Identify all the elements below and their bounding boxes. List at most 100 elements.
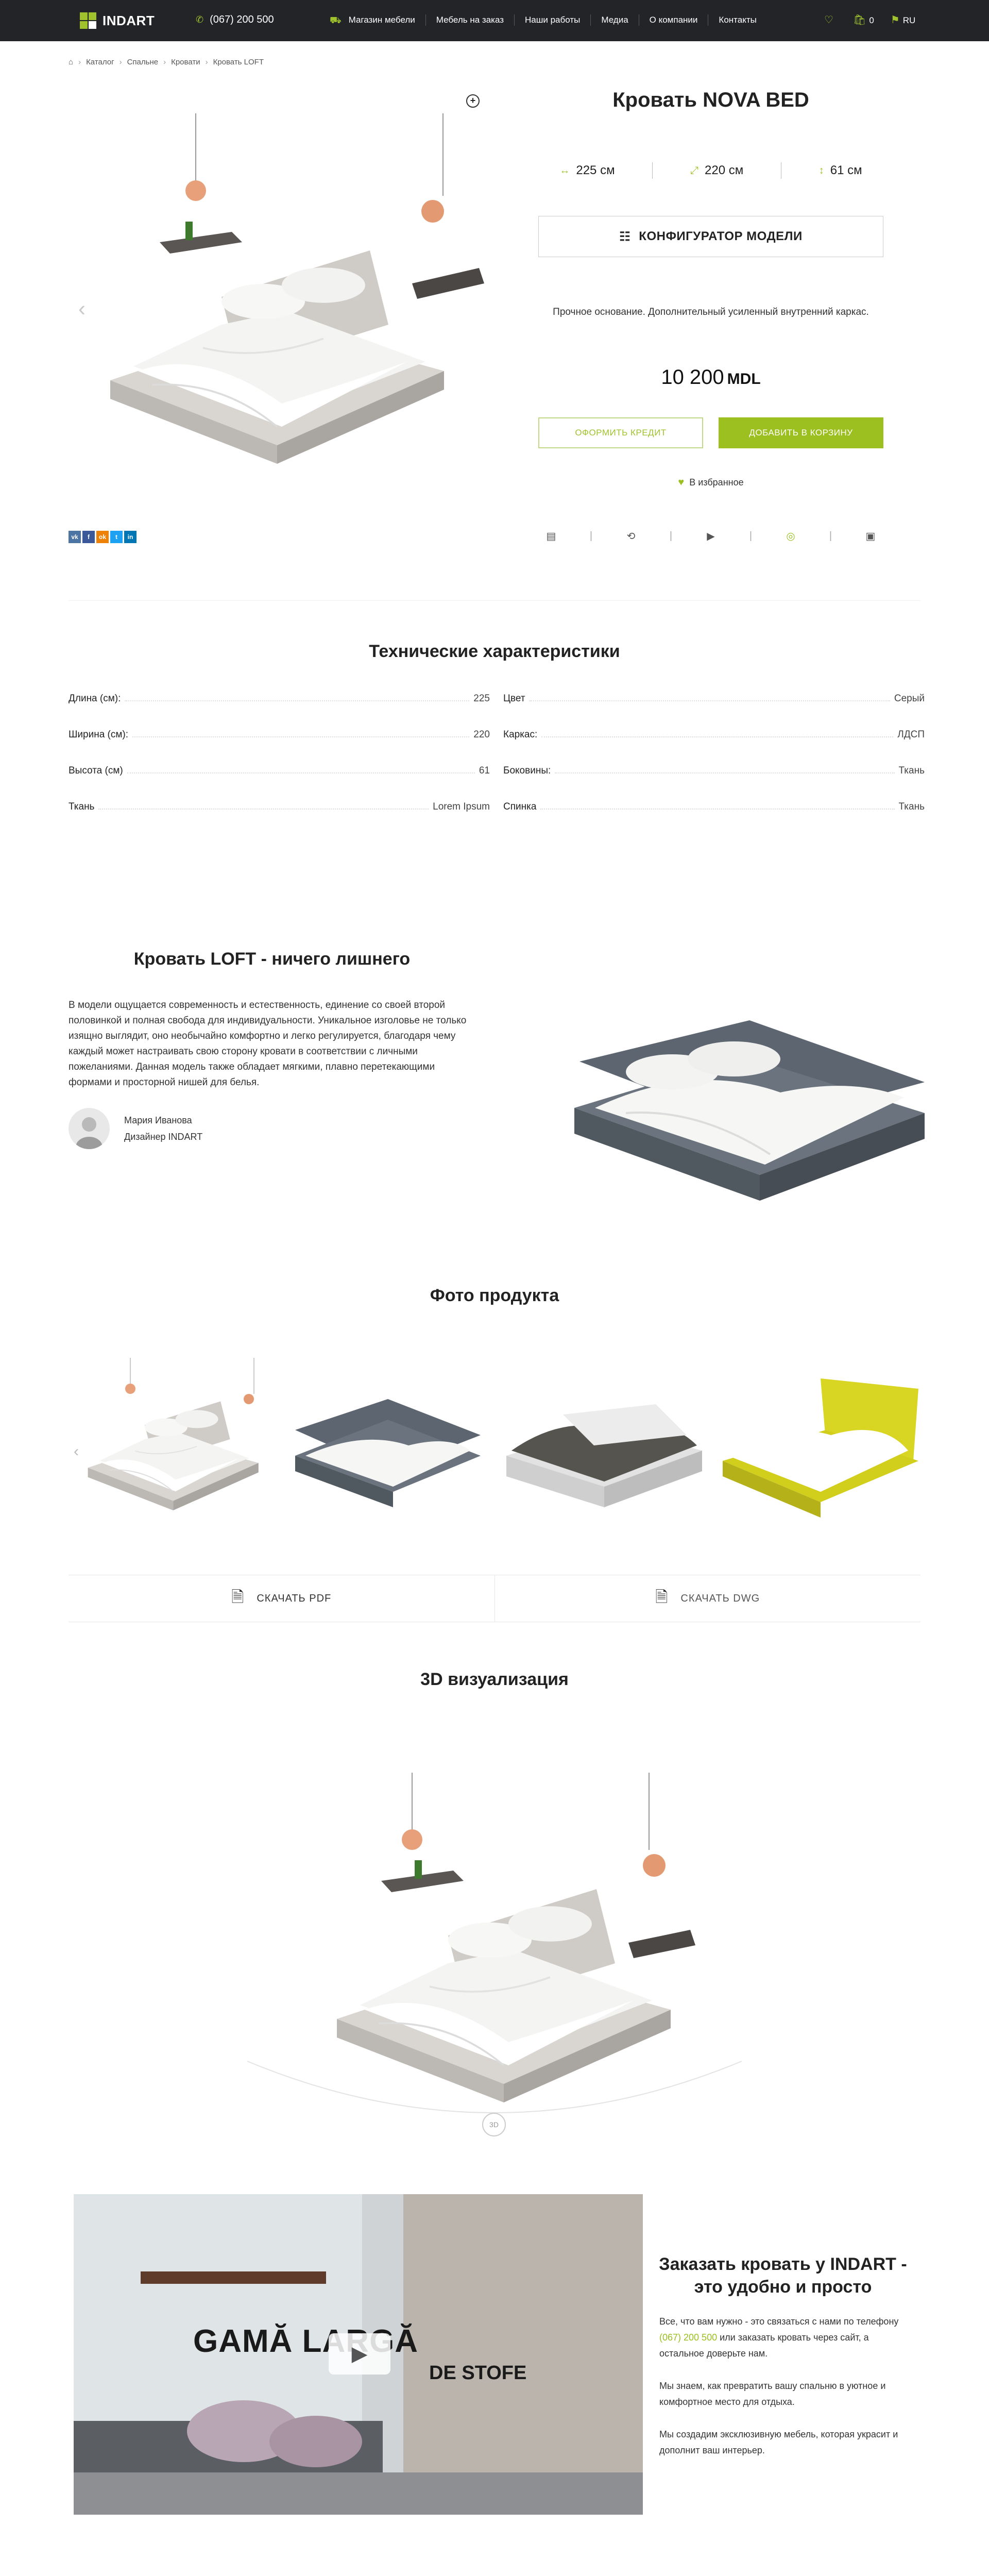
spec-row: Ткань Lorem Ipsum — [69, 801, 490, 837]
video-caption-2: DE STOFE — [429, 2362, 527, 2384]
rotate-360-icon[interactable]: ⟲ — [621, 530, 641, 543]
document-icon[interactable]: ▤ — [541, 530, 561, 543]
spec-row: Ширина (см): 220 — [69, 729, 490, 765]
main-nav: ⛟ Магазин мебели Мебель на заказ Наши ра… — [319, 14, 767, 26]
play-icon: ▶ — [351, 2343, 368, 2365]
height-arrow-icon: ↕ — [819, 164, 824, 176]
video-icon[interactable]: ▶ — [701, 530, 721, 543]
spec-value: 220 — [473, 729, 490, 740]
dwg-file-icon: 🗎 — [655, 1588, 669, 1606]
fabric-icon[interactable]: ◎ — [780, 530, 801, 543]
order-title: Заказать кровать у INDART - это удобно и… — [659, 2254, 907, 2297]
nav-item-contacts[interactable]: Контакты — [708, 14, 766, 26]
spec-row: Спинка Ткань — [503, 801, 925, 837]
promo-video[interactable]: GAMĂ LARGĂ DE STOFE ▶ — [74, 2194, 643, 2515]
heart-icon[interactable]: ♡ — [824, 13, 833, 26]
credit-button[interactable]: ОФОРМИТЬ КРЕДИТ — [538, 417, 703, 448]
gallery-thumbnail[interactable] — [74, 1358, 280, 1543]
downloads-bar: 🗎 СКАЧАТЬ PDF 🗎 СКАЧАТЬ DWG — [69, 1575, 920, 1622]
spec-key: Спинка — [503, 801, 537, 812]
zoom-in-icon[interactable]: + — [466, 94, 480, 108]
vk-icon[interactable]: vk — [69, 531, 81, 543]
gallery-thumbnail[interactable] — [501, 1358, 707, 1543]
product-tools: ▤ | ⟲ | ▶ | ◎ | ▣ — [541, 530, 881, 543]
download-dwg-button[interactable]: 🗎 СКАЧАТЬ DWG — [494, 1575, 921, 1622]
product-main-image[interactable] — [72, 113, 494, 474]
specs-title: Технические характеристики — [369, 642, 620, 661]
breadcrumb-separator: › — [78, 58, 81, 66]
play-button[interactable]: ▶ — [329, 2333, 390, 2375]
twitter-icon[interactable]: t — [110, 531, 123, 543]
sliders-icon: ☷ — [619, 229, 631, 244]
specs-right: Цвет Серый Каркас: ЛДСП Боковины: Ткань Спи… — [503, 693, 925, 837]
spec-value: 61 — [479, 765, 490, 776]
spec-value: Ткань — [898, 801, 925, 812]
nav-item-works[interactable]: Наши работы — [514, 14, 590, 26]
product-description: Прочное основание. Дополнительный усилен… — [553, 307, 869, 317]
breadcrumb: ⌂ › Каталог › Спальне › Кровати › Кроват… — [69, 58, 264, 66]
specs-left: Длина (см): 225 Ширина (см): 220 Высота (с… — [69, 693, 490, 837]
dimension-value: 225 см — [576, 163, 615, 177]
order-text-part: Все, что вам нужно - это связаться с нам… — [659, 2316, 899, 2327]
cart-button[interactable]: 🛍 0 — [853, 13, 874, 26]
3d-viewer[interactable] — [237, 1773, 752, 2133]
language-switch[interactable]: ⚑ RU — [891, 13, 916, 26]
order-phone-link[interactable]: (067) 200 500 — [659, 2332, 717, 2343]
language-label: RU — [902, 15, 916, 25]
spec-value: 225 — [473, 693, 490, 704]
spec-value: Ткань — [898, 765, 925, 776]
breadcrumb-item[interactable]: Кровати — [171, 58, 200, 66]
logo[interactable]: INDART — [80, 12, 155, 29]
gallery-icon[interactable]: ▣ — [860, 530, 881, 543]
spec-row: Боковины: Ткань — [503, 765, 925, 801]
gallery-thumbnail[interactable] — [718, 1358, 924, 1543]
gallery-thumbnail[interactable] — [285, 1358, 491, 1543]
truck-icon: ⛟ — [330, 15, 342, 25]
spec-key: Каркас: — [503, 729, 538, 740]
divider: | — [589, 530, 593, 542]
rotate-3d-icon[interactable]: 3D — [482, 2113, 506, 2136]
product-dimensions: ↔ 225 см ⤢ 220 см ↕ 61 см — [541, 162, 881, 179]
share-buttons: vk f ok t in — [69, 531, 137, 543]
spec-row: Каркас: ЛДСП — [503, 729, 925, 765]
home-icon[interactable]: ⌂ — [69, 58, 73, 66]
breadcrumb-separator: › — [119, 58, 122, 66]
download-pdf-button[interactable]: 🗎 СКАЧАТЬ PDF — [69, 1575, 494, 1622]
designer-role: Дизайнер INDART — [124, 1132, 203, 1142]
flag-icon: ⚑ — [890, 14, 900, 26]
cart-count: 0 — [869, 15, 874, 25]
dimension-width: ⤢ 220 см — [690, 162, 743, 179]
download-pdf-label: СКАЧАТЬ PDF — [257, 1592, 332, 1604]
breadcrumb-separator: › — [205, 58, 208, 66]
spec-value: ЛДСП — [897, 729, 925, 740]
spec-key: Высота (см) — [69, 765, 123, 776]
divider: | — [829, 530, 832, 542]
model-configurator-button[interactable]: ☷ КОНФИГУРАТОР МОДЕЛИ — [538, 216, 883, 257]
divider: | — [749, 530, 753, 542]
spec-key: Длина (см): — [69, 693, 121, 704]
header-phone[interactable]: ✆ (067) 200 500 — [196, 14, 274, 26]
facebook-icon[interactable]: f — [82, 531, 95, 543]
heart-icon: ♥ — [678, 477, 685, 488]
add-to-cart-button[interactable]: ДОБАВИТЬ В КОРЗИНУ — [719, 417, 883, 448]
breadcrumb-item[interactable]: Каталог — [86, 58, 114, 66]
nav-item-about[interactable]: О компании — [638, 14, 708, 26]
carousel-prev-icon[interactable]: ‹ — [78, 296, 86, 321]
nav-item-media[interactable]: Медиа — [590, 14, 638, 26]
nav-item-custom[interactable]: Мебель на заказ — [425, 14, 514, 26]
order-paragraph: Все, что вам нужно - это связаться с нам… — [659, 2314, 912, 2362]
divider: | — [669, 530, 673, 542]
spec-row: Высота (см) 61 — [69, 765, 490, 801]
spec-value: Lorem Ipsum — [433, 801, 490, 812]
dimension-length: ↔ 225 см — [559, 162, 615, 179]
breadcrumb-item[interactable]: Спальне — [127, 58, 159, 66]
add-to-favorites[interactable]: ♥ В избранное — [541, 477, 881, 489]
odnoklassniki-icon[interactable]: ok — [96, 531, 109, 543]
pdf-file-icon: 🗎 — [231, 1588, 245, 1606]
designer-block: Мария Иванова Дизайнер INDART — [69, 1108, 202, 1149]
linkedin-icon[interactable]: in — [124, 531, 137, 543]
nav-item-shop[interactable]: ⛟ Магазин мебели — [319, 14, 425, 26]
product-title: Кровать NOVA BED — [612, 89, 809, 111]
top-header: INDART ✆ (067) 200 500 ⛟ Магазин мебели … — [0, 0, 989, 41]
loft-description: В модели ощущается современность и естес… — [69, 1000, 467, 1088]
